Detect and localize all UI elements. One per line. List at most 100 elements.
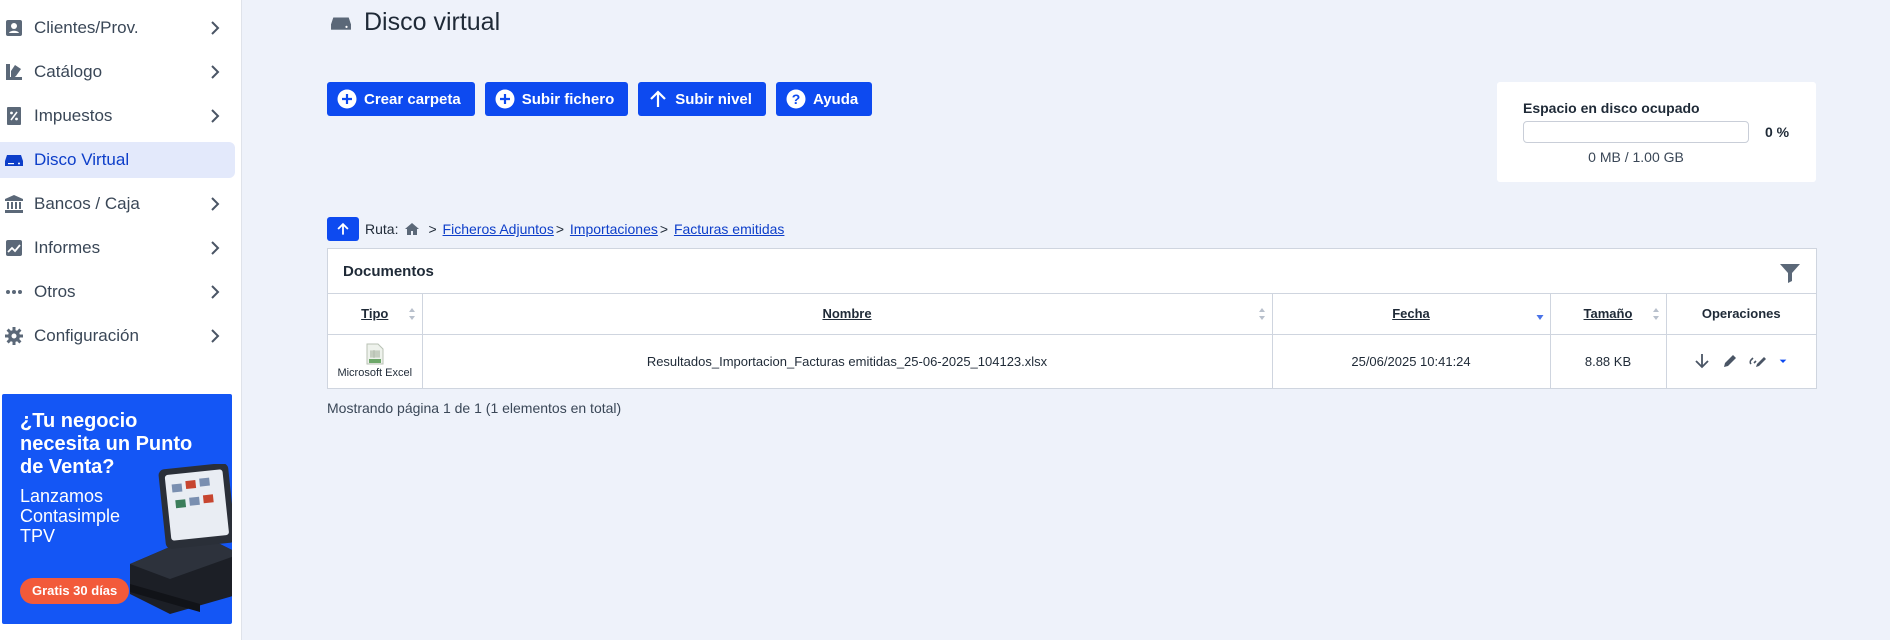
- sidebar-item-catalogo[interactable]: Catálogo: [0, 54, 235, 90]
- chevron-right-icon: [211, 197, 220, 211]
- column-label-date: Fecha: [1392, 306, 1430, 322]
- column-label-size: Tamaño: [1583, 306, 1633, 322]
- cell-type: Microsoft Excel: [328, 334, 423, 388]
- breadcrumb-separator: >: [428, 221, 437, 237]
- sidebar: Clientes/Prov. Catálogo Impuestos Disco …: [0, 0, 242, 640]
- sidebar-item-otros[interactable]: Otros: [0, 274, 235, 310]
- toolbar: Crear carpeta Subir fichero Subir nivel …: [327, 82, 873, 116]
- cell-size: 8.88 KB: [1550, 334, 1667, 388]
- column-header-date[interactable]: Fecha: [1272, 294, 1551, 335]
- sidebar-item-label: Disco Virtual: [34, 150, 130, 169]
- disk-usage-text: 0 MB / 1.00 GB: [1588, 149, 1684, 165]
- file-type-label: Microsoft Excel: [337, 367, 413, 380]
- table-header-row: Tipo Nombre Fecha Tamaño Operaciones: [328, 294, 1816, 335]
- edit-pencil-icon[interactable]: [1721, 352, 1739, 370]
- sidebar-item-label: Bancos / Caja: [34, 194, 140, 213]
- cell-name[interactable]: Resultados_Importacion_Facturas emitidas…: [422, 334, 1273, 388]
- column-header-name[interactable]: Nombre: [422, 294, 1273, 335]
- chevron-right-icon: [211, 21, 220, 35]
- sort-icon: [1258, 308, 1265, 320]
- question-circle-icon: ?: [786, 89, 806, 109]
- arrow-up-icon: [650, 90, 667, 107]
- create-folder-button[interactable]: Crear carpeta: [327, 82, 475, 116]
- chevron-right-icon: [211, 285, 220, 299]
- column-label-operations: Operaciones: [1701, 306, 1781, 322]
- column-header-type[interactable]: Tipo: [328, 294, 423, 335]
- upload-file-label: Subir fichero: [521, 90, 615, 108]
- disk-usage-percent: 0 %: [1765, 124, 1790, 140]
- sort-icon: [1652, 308, 1659, 320]
- breadcrumb-separator: >: [555, 221, 565, 237]
- catalog-icon: [6, 64, 22, 80]
- disk-usage-title: Espacio en disco ocupado: [1523, 100, 1700, 116]
- sidebar-nav: Clientes/Prov. Catálogo Impuestos Disco …: [0, 0, 241, 354]
- row-operations: [1667, 352, 1817, 370]
- chart-report-icon: [6, 240, 22, 256]
- more-dots-icon: [6, 290, 22, 294]
- disk-usage-bar: [1523, 121, 1749, 143]
- sidebar-item-impuestos[interactable]: Impuestos: [0, 98, 235, 134]
- breadcrumb-link-facturas-emitidas[interactable]: Facturas emitidas: [674, 221, 784, 237]
- help-button[interactable]: ? Ayuda: [775, 82, 873, 116]
- sidebar-item-label: Catálogo: [34, 62, 103, 81]
- arrow-up-icon: [337, 222, 349, 235]
- table-row[interactable]: Microsoft Excel Resultados_Importacion_F…: [328, 334, 1816, 388]
- filter-icon[interactable]: [1779, 262, 1801, 284]
- hard-drive-icon: [5, 155, 23, 166]
- promo-cta-button[interactable]: Gratis 30 días: [20, 578, 130, 604]
- sidebar-item-informes[interactable]: Informes: [0, 230, 235, 266]
- sort-descending-icon: [1536, 315, 1543, 320]
- pagination-info: Mostrando página 1 de 1 (1 elementos en …: [327, 400, 622, 416]
- go-up-button[interactable]: [327, 217, 359, 241]
- documents-header: Documentos: [328, 249, 1816, 294]
- page-header: Disco virtual: [330, 8, 500, 37]
- sidebar-item-clientes[interactable]: Clientes/Prov.: [0, 10, 235, 46]
- sidebar-item-disco-virtual[interactable]: Disco Virtual: [0, 142, 235, 178]
- documents-title: Documentos: [343, 263, 434, 280]
- level-up-button[interactable]: Subir nivel: [638, 82, 766, 116]
- column-header-operations: Operaciones: [1666, 294, 1816, 335]
- sidebar-item-label: Clientes/Prov.: [34, 18, 139, 37]
- link-edit-icon[interactable]: [1749, 352, 1767, 370]
- bank-icon: [5, 195, 23, 213]
- documents-table: Tipo Nombre Fecha Tamaño Operaciones Mic…: [328, 294, 1816, 388]
- help-label: Ayuda: [812, 90, 859, 108]
- gear-icon: [5, 327, 23, 345]
- contact-card-icon: [6, 20, 22, 36]
- disk-usage-card: Espacio en disco ocupado 0 % 0 MB / 1.00…: [1497, 82, 1816, 182]
- plus-circle-icon: [495, 89, 515, 109]
- chevron-right-icon: [211, 109, 220, 123]
- breadcrumb-link-importaciones[interactable]: Importaciones: [570, 221, 658, 237]
- hard-drive-icon: [331, 17, 351, 30]
- chevron-right-icon: [211, 65, 220, 79]
- create-folder-label: Crear carpeta: [364, 90, 461, 108]
- route-label: Ruta:: [365, 221, 399, 237]
- sidebar-item-label: Configuración: [34, 326, 139, 345]
- page-title: Disco virtual: [364, 8, 501, 36]
- chevron-right-icon: [211, 241, 220, 255]
- percent-document-icon: [7, 107, 21, 125]
- caret-down-icon[interactable]: [1777, 352, 1789, 370]
- sidebar-item-label: Informes: [34, 238, 101, 257]
- sort-icon: [408, 308, 415, 320]
- sidebar-item-configuracion[interactable]: Configuración: [0, 318, 235, 354]
- cell-operations: [1666, 334, 1816, 388]
- chevron-right-icon: [211, 329, 220, 343]
- sidebar-item-label: Otros: [34, 282, 76, 301]
- sidebar-item-label: Impuestos: [34, 106, 113, 125]
- column-label-type: Tipo: [361, 306, 389, 322]
- excel-file-icon: [366, 343, 384, 365]
- pos-terminal-illustration: [130, 464, 232, 614]
- download-icon[interactable]: [1693, 352, 1711, 370]
- sidebar-item-bancos[interactable]: Bancos / Caja: [0, 186, 235, 222]
- upload-file-button[interactable]: Subir fichero: [484, 82, 629, 116]
- plus-circle-icon: [337, 89, 357, 109]
- breadcrumb-link-ficheros-adjuntos[interactable]: Ficheros Adjuntos: [443, 221, 554, 237]
- column-header-size[interactable]: Tamaño: [1550, 294, 1667, 335]
- promo-banner[interactable]: ¿Tu negocio necesita un Punto de Venta? …: [2, 394, 232, 624]
- cell-date: 25/06/2025 10:41:24: [1272, 334, 1551, 388]
- breadcrumb: Ruta: > Ficheros Adjuntos > Importaciones…: [327, 217, 784, 241]
- breadcrumb-separator: >: [659, 221, 669, 237]
- column-label-name: Nombre: [822, 306, 872, 322]
- home-icon[interactable]: [404, 222, 420, 236]
